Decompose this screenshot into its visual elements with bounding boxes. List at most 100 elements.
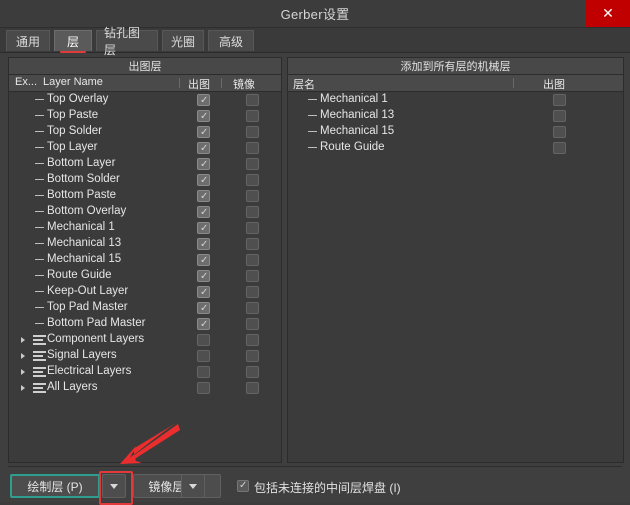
mirror-checkbox[interactable] (246, 302, 259, 314)
column-plot: 出图 (188, 79, 210, 91)
plot-checkbox[interactable]: ✓ (197, 254, 210, 266)
mirror-checkbox[interactable] (246, 270, 259, 282)
mirror-checkbox[interactable] (246, 382, 259, 394)
mirror-layers-dropdown-button[interactable] (181, 474, 205, 498)
table-row[interactable]: All Layers (9, 380, 281, 396)
plot-checkbox[interactable]: ✓ (197, 190, 210, 202)
plot-checkbox[interactable]: ✓ (197, 142, 210, 154)
plot-checkbox[interactable] (197, 350, 210, 362)
table-row[interactable]: Mechanical 13 (288, 108, 623, 124)
layer-dash-icon (35, 227, 44, 228)
plot-checkbox[interactable] (553, 110, 566, 122)
table-row[interactable]: Top Pad Master ✓ (9, 300, 281, 316)
table-row[interactable]: Top Overlay ✓ (9, 92, 281, 108)
plot-checkbox[interactable] (553, 142, 566, 154)
mirror-checkbox[interactable] (246, 350, 259, 362)
layer-name: Top Pad Master (47, 301, 128, 313)
plot-checkbox[interactable]: ✓ (197, 174, 210, 186)
layer-name: Mechanical 13 (47, 237, 122, 249)
table-row[interactable]: Bottom Overlay ✓ (9, 204, 281, 220)
table-row[interactable]: Mechanical 1 ✓ (9, 220, 281, 236)
gerber-setup-dialog: Gerber设置 ✕ 通用层钻孔图层 光圈 高级 出图层 Ex... Layer N… (0, 0, 630, 505)
mirror-checkbox[interactable] (246, 366, 259, 378)
plot-layers-dropdown-button[interactable] (102, 474, 126, 498)
check-icon: ✓ (200, 191, 209, 202)
expand-triangle-icon[interactable] (21, 353, 25, 359)
mechanical-layers-panel: 添加到所有层的机械层 层名 出图 Mechanical 1 Mechanical … (287, 57, 624, 463)
tab-1[interactable]: 层 (54, 30, 92, 51)
mirror-checkbox[interactable] (246, 334, 259, 346)
mirror-checkbox[interactable] (246, 110, 259, 122)
tab-0[interactable]: 通用 (6, 30, 50, 51)
plot-checkbox[interactable] (197, 382, 210, 394)
plot-checkbox[interactable]: ✓ (197, 270, 210, 282)
expand-triangle-icon[interactable] (21, 337, 25, 343)
table-row[interactable]: Bottom Layer ✓ (9, 156, 281, 172)
tab-4[interactable]: 高级 (208, 30, 254, 51)
plot-checkbox[interactable] (553, 126, 566, 138)
mirror-layers-button[interactable]: 镜像层 (M) (133, 474, 221, 498)
plot-checkbox[interactable]: ✓ (197, 110, 210, 122)
check-icon: ✓ (200, 303, 209, 314)
plot-checkbox[interactable]: ✓ (197, 206, 210, 218)
mirror-checkbox[interactable] (246, 158, 259, 170)
table-row[interactable]: Bottom Solder ✓ (9, 172, 281, 188)
layer-dash-icon (35, 307, 44, 308)
table-row[interactable]: Top Paste ✓ (9, 108, 281, 124)
plot-checkbox[interactable] (553, 94, 566, 106)
mirror-checkbox[interactable] (246, 142, 259, 154)
mirror-checkbox[interactable] (246, 174, 259, 186)
mirror-checkbox[interactable] (246, 190, 259, 202)
plot-checkbox[interactable]: ✓ (197, 94, 210, 106)
table-row[interactable]: Bottom Paste ✓ (9, 188, 281, 204)
mirror-checkbox[interactable] (246, 318, 259, 330)
close-icon[interactable]: ✕ (586, 0, 630, 27)
table-row[interactable]: Component Layers (9, 332, 281, 348)
check-icon: ✓ (200, 287, 209, 298)
plot-checkbox[interactable]: ✓ (197, 286, 210, 298)
plot-checkbox[interactable]: ✓ (197, 158, 210, 170)
mirror-checkbox[interactable] (246, 238, 259, 250)
check-icon: ✓ (200, 95, 209, 106)
plot-layers-list[interactable]: Top Overlay ✓ Top Paste ✓ Top Solder ✓ Top Lay… (9, 92, 281, 460)
table-row[interactable]: Mechanical 15 ✓ (9, 252, 281, 268)
tab-2[interactable]: 钻孔图层 (96, 26, 158, 57)
plot-checkbox[interactable]: ✓ (197, 302, 210, 314)
mirror-checkbox[interactable] (246, 126, 259, 138)
table-row[interactable]: Signal Layers (9, 348, 281, 364)
mirror-checkbox[interactable] (246, 206, 259, 218)
table-row[interactable]: Top Solder ✓ (9, 124, 281, 140)
plot-checkbox[interactable] (197, 366, 210, 378)
check-icon: ✓ (200, 223, 209, 234)
plot-checkbox[interactable]: ✓ (197, 126, 210, 138)
table-row[interactable]: Mechanical 13 ✓ (9, 236, 281, 252)
layer-dash-icon (35, 147, 44, 148)
table-row[interactable]: Mechanical 15 (288, 124, 623, 140)
plot-checkbox[interactable] (197, 334, 210, 346)
expand-triangle-icon[interactable] (21, 369, 25, 375)
table-row[interactable]: Keep-Out Layer ✓ (9, 284, 281, 300)
table-row[interactable]: Route Guide ✓ (9, 268, 281, 284)
mirror-checkbox[interactable] (246, 286, 259, 298)
expand-triangle-icon[interactable] (21, 385, 25, 391)
layer-dash-icon (35, 211, 44, 212)
mechanical-layers-list[interactable]: Mechanical 1 Mechanical 13 Mechanical 15 Ro… (288, 92, 623, 460)
plot-checkbox[interactable]: ✓ (197, 238, 210, 250)
layer-dash-icon (308, 131, 317, 132)
table-row[interactable]: Route Guide (288, 140, 623, 156)
table-row[interactable]: Mechanical 1 (288, 92, 623, 108)
mirror-checkbox[interactable] (246, 254, 259, 266)
layer-dash-icon (35, 195, 44, 196)
plot-checkbox[interactable]: ✓ (197, 318, 210, 330)
check-icon: ✓ (200, 319, 209, 330)
plot-layers-button[interactable]: 绘制层 (P) (10, 474, 100, 498)
table-row[interactable]: Electrical Layers (9, 364, 281, 380)
mirror-checkbox[interactable] (246, 222, 259, 234)
mirror-checkbox[interactable] (246, 94, 259, 106)
layer-name: Top Paste (47, 109, 99, 121)
tab-3[interactable]: 光圈 (162, 30, 204, 51)
table-row[interactable]: Top Layer ✓ (9, 140, 281, 156)
plot-checkbox[interactable]: ✓ (197, 222, 210, 234)
table-row[interactable]: Bottom Pad Master ✓ (9, 316, 281, 332)
include-pads-checkbox[interactable]: ✓ (237, 480, 249, 492)
